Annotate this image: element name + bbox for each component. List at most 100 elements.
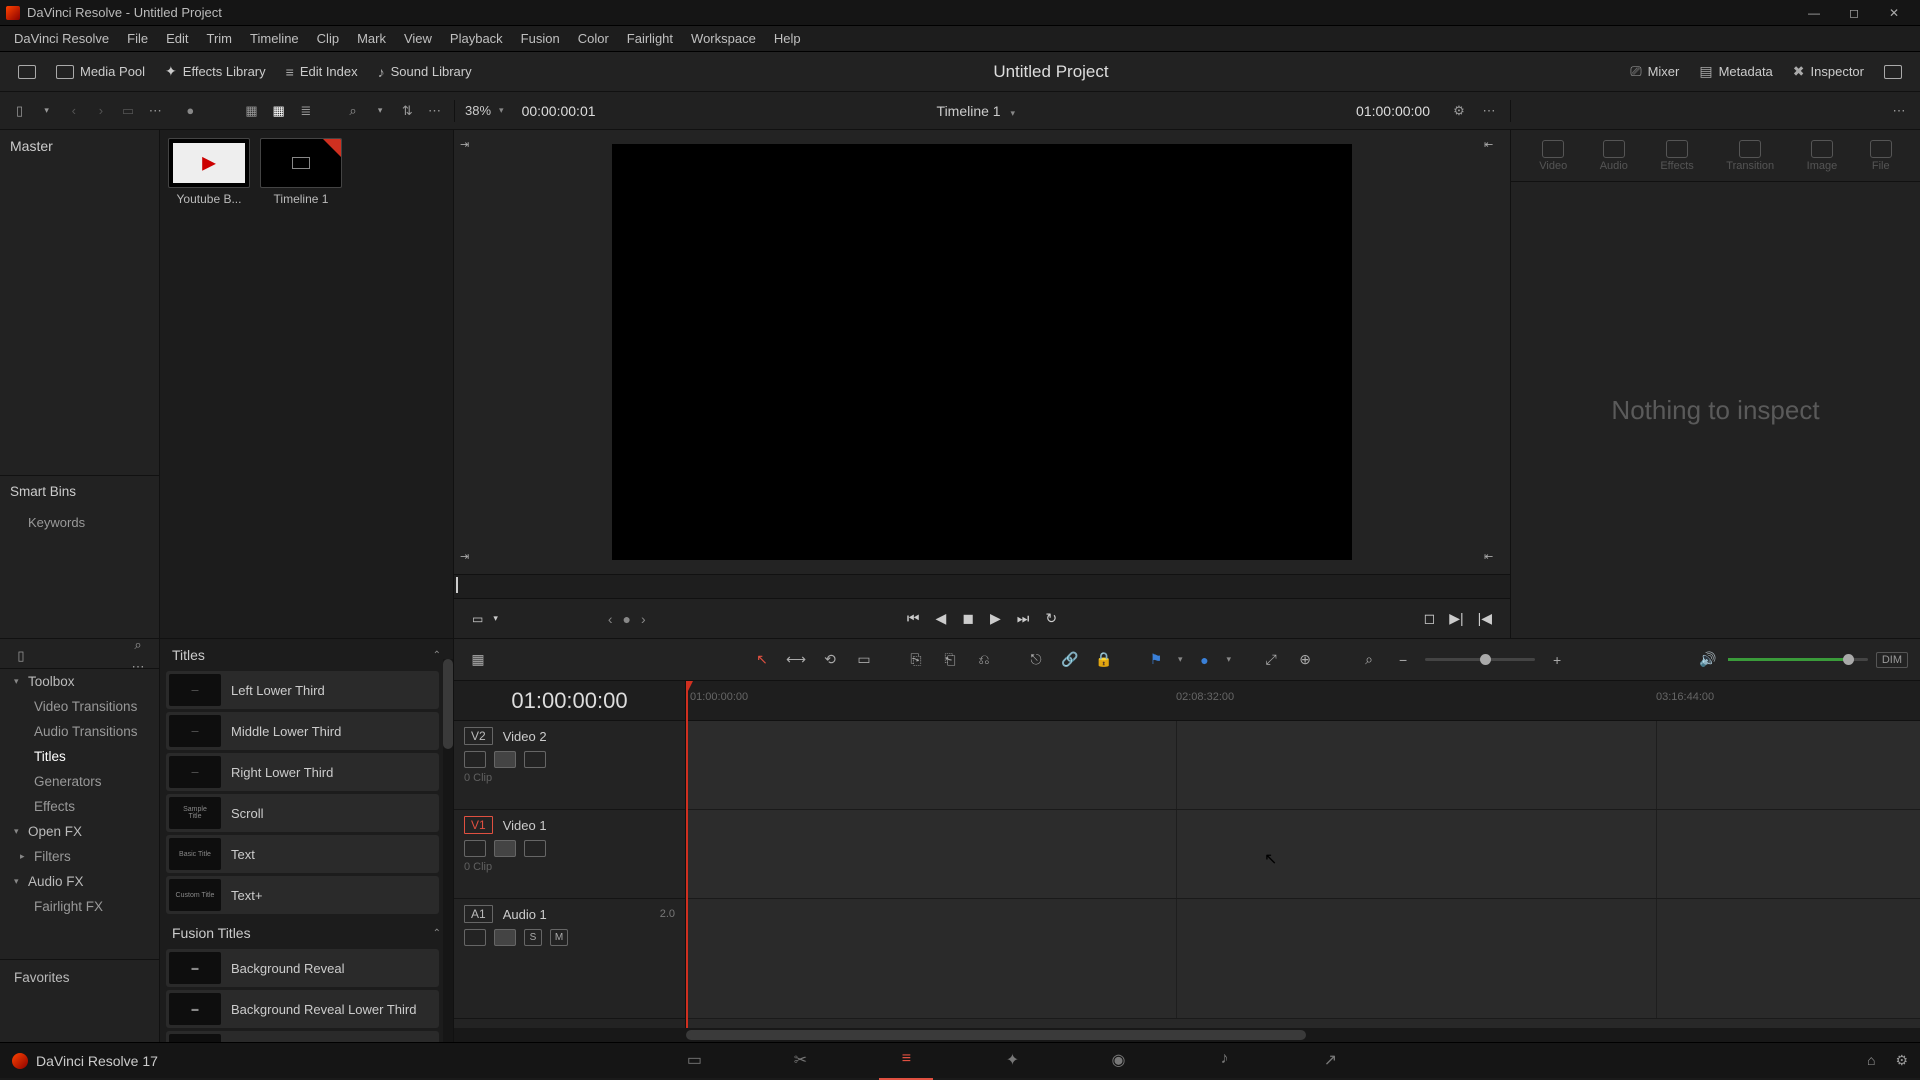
timeline-view-options-icon[interactable]: ▦ (466, 650, 490, 670)
snap-icon[interactable]: ⎋ (1024, 650, 1048, 670)
inspector-tab-image[interactable]: Image (1807, 140, 1838, 172)
effects-library-toggle[interactable]: ✦Effects Library (155, 59, 276, 84)
zoom-in-icon[interactable]: + (1545, 650, 1569, 670)
auto-select-icon[interactable] (494, 751, 516, 768)
blade-tool-icon[interactable]: ▭ (852, 650, 876, 670)
tree-favorites[interactable]: Favorites (0, 959, 159, 990)
zoom-full-icon[interactable]: ⤢ (1259, 650, 1283, 670)
match-frame-right-icon[interactable]: ⇤ (1484, 138, 1504, 154)
thumb-strip-icon[interactable]: ▦ (242, 100, 261, 122)
insert-chevron-icon[interactable]: ▾ (493, 613, 498, 624)
track-header-v1[interactable]: V1Video 1 0 Clip (454, 810, 685, 899)
insert-mode-icon[interactable]: ▭ (472, 612, 483, 626)
keywords-bin[interactable]: Keywords (0, 507, 159, 538)
menu-trim[interactable]: Trim (199, 28, 241, 49)
gear-icon[interactable]: ⚙ (1448, 100, 1470, 122)
fx-view-icon[interactable]: ▯ (10, 645, 32, 667)
fusion-titles-section-header[interactable]: Fusion Titles⌃ (160, 917, 453, 949)
clip-timeline1[interactable]: Timeline 1 (260, 138, 342, 630)
menu-fusion[interactable]: Fusion (513, 28, 568, 49)
keyframe-dot-icon[interactable]: ● (623, 611, 631, 627)
inspector-tab-audio[interactable]: Audio (1600, 140, 1628, 172)
source-zoom[interactable]: 38% (465, 103, 491, 118)
go-out-icon[interactable]: |◀ (1478, 610, 1492, 627)
master-bin[interactable]: Master (0, 130, 159, 162)
inspector-tab-video[interactable]: Video (1539, 140, 1567, 172)
viewer-more-icon[interactable]: ⋯ (1478, 100, 1500, 122)
media-more-icon[interactable]: ⋯ (425, 100, 444, 122)
jump-first-icon[interactable]: ⇥ (460, 550, 480, 566)
track-header-v2[interactable]: V2Video 2 0 Clip (454, 721, 685, 810)
minimize-button[interactable]: — (1794, 6, 1834, 20)
next-keyframe-icon[interactable]: › (641, 611, 646, 627)
selection-tool-icon[interactable]: ↖ (750, 650, 774, 670)
metadata-toggle[interactable]: ▤Metadata (1689, 59, 1782, 84)
page-deliver[interactable]: ↗ (1315, 1050, 1345, 1072)
link-icon[interactable]: 🔗 (1058, 650, 1082, 670)
timeline-name[interactable]: Timeline 1 (937, 103, 1001, 119)
tree-openfx[interactable]: ▾Open FX (0, 819, 159, 844)
first-frame-icon[interactable]: ⏮ (907, 610, 920, 627)
title-right-lower-third[interactable]: —Right Lower Third (166, 753, 439, 791)
bin-view-icon[interactable]: ▯ (10, 100, 29, 122)
menu-timeline[interactable]: Timeline (242, 28, 307, 49)
menu-clip[interactable]: Clip (309, 28, 347, 49)
fx-search-icon[interactable]: ⌕ (127, 634, 149, 656)
zoom-slider[interactable] (1425, 658, 1535, 661)
record-timecode[interactable]: 01:00:00:00 (1356, 103, 1430, 119)
rec-dot-icon[interactable]: ● (181, 100, 200, 122)
timeline-canvas[interactable]: 01:00:00:00 02:08:32:00 03:16:44:00 ↖ (686, 681, 1920, 1028)
mute-button[interactable]: M (550, 929, 568, 946)
inspector-tab-transition[interactable]: Transition (1726, 140, 1774, 172)
home-icon[interactable]: ⌂ (1867, 1052, 1875, 1069)
page-fusion[interactable]: ✦ (997, 1050, 1027, 1072)
inspector-tab-file[interactable]: File (1870, 140, 1892, 172)
source-timecode[interactable]: 00:00:00:01 (522, 103, 596, 119)
tree-video-transitions[interactable]: Video Transitions (0, 694, 159, 719)
dynamic-trim-icon[interactable]: ⟲ (818, 650, 842, 670)
title-text-plus[interactable]: Custom TitleText+ (166, 876, 439, 914)
next-frame-icon[interactable]: ⏭ (1017, 610, 1030, 627)
marker-icon[interactable]: ● (1193, 650, 1217, 670)
folder-icon[interactable]: ▭ (119, 100, 138, 122)
fx-scrollbar[interactable] (443, 659, 453, 1042)
flag-icon[interactable]: ⚑ (1144, 650, 1168, 670)
maximize-button[interactable]: ◻ (1834, 6, 1874, 20)
overwrite-clip-icon[interactable]: ⎗ (938, 650, 962, 670)
zoom-search-icon[interactable]: ⌕ (1357, 650, 1381, 670)
mixer-toggle[interactable]: ⎚Mixer (1620, 59, 1689, 84)
play-icon[interactable]: ▶ (990, 610, 1001, 627)
replace-clip-icon[interactable]: ⎌ (972, 650, 996, 670)
fusion-title-background-reveal-lower[interactable]: ▬Background Reveal Lower Third (166, 990, 439, 1028)
title-left-lower-third[interactable]: —Left Lower Third (166, 671, 439, 709)
jump-last-icon[interactable]: ⇤ (1484, 550, 1504, 566)
lane-a1[interactable] (686, 899, 1920, 1019)
menu-edit[interactable]: Edit (158, 28, 196, 49)
timeline-timecode[interactable]: 01:00:00:00 (454, 681, 685, 721)
menu-workspace[interactable]: Workspace (683, 28, 764, 49)
zoom-out-icon[interactable]: − (1391, 650, 1415, 670)
solo-button[interactable]: S (524, 929, 542, 946)
lock-toggle-icon[interactable] (464, 751, 486, 768)
zoom-detail-icon[interactable]: ⊕ (1293, 650, 1317, 670)
tree-filters[interactable]: ▸Filters (0, 844, 159, 869)
title-text[interactable]: Basic TitleText (166, 835, 439, 873)
tree-audio-transitions[interactable]: Audio Transitions (0, 719, 159, 744)
full-extent-icon[interactable]: ◻ (1424, 610, 1436, 627)
media-pool-toggle[interactable]: Media Pool (46, 60, 155, 83)
menu-fairlight[interactable]: Fairlight (619, 28, 681, 49)
tree-titles[interactable]: Titles (0, 744, 159, 769)
list-view-icon[interactable]: ≣ (296, 100, 315, 122)
chevron-down-icon[interactable]: ▾ (37, 100, 56, 122)
edit-index-toggle[interactable]: ≡Edit Index (276, 60, 368, 84)
scrub-bar[interactable] (454, 574, 1510, 598)
more-icon[interactable]: ⋯ (146, 100, 165, 122)
trim-tool-icon[interactable]: ⟷ (784, 650, 808, 670)
inspector-tab-effects[interactable]: Effects (1660, 140, 1693, 172)
page-color[interactable]: ◉ (1103, 1050, 1133, 1072)
fx-more-icon[interactable]: ⋯ (127, 656, 149, 678)
auto-select-icon[interactable] (494, 840, 516, 857)
title-scroll[interactable]: SampleTitleScroll (166, 794, 439, 832)
fusion-title-call-out[interactable]: Call Out (166, 1031, 439, 1042)
tree-audiofx[interactable]: ▾Audio FX (0, 869, 159, 894)
